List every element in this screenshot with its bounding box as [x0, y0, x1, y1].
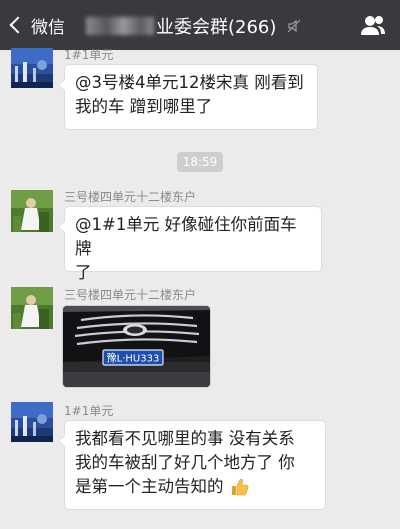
sender-name: 三号楼四单元十二楼东户: [64, 190, 197, 204]
message-line: 我的车被刮了好几个地方了 你: [75, 453, 295, 472]
message-image[interactable]: 豫L·HU333: [62, 305, 211, 388]
message-line: 了: [75, 263, 92, 282]
message-line: 我的车 蹭到哪里了: [75, 97, 213, 116]
chat-title-text: 业委会群(266): [156, 17, 277, 38]
blurred-title-prefix: [86, 17, 154, 35]
sender-name: 1#1单元: [64, 48, 114, 62]
avatar[interactable]: [11, 48, 53, 88]
message-bubble[interactable]: @1#1单元 好像碰住你前面车牌 了: [58, 206, 322, 282]
group-members-icon[interactable]: [360, 14, 386, 36]
back-label: 微信: [31, 17, 65, 38]
avatar[interactable]: [11, 190, 53, 232]
avatar[interactable]: [11, 287, 53, 329]
timestamp: 18:59: [177, 152, 223, 172]
chat-title: 业委会群(266): [86, 13, 302, 39]
message-line-row: 是第一个主动告知的: [75, 475, 315, 499]
chat-header: 微信 业委会群(266): [0, 0, 400, 50]
message-line: 是第一个主动告知的: [75, 477, 224, 496]
message-line: @3号楼4单元12楼宋真 刚看到: [75, 73, 304, 92]
avatar[interactable]: [11, 402, 53, 442]
message-line: 我都看不见哪里的事 没有关系: [75, 429, 295, 448]
thumbs-up-icon: [231, 478, 248, 496]
message-line: @1#1单元 好像碰住你前面车牌: [75, 215, 297, 258]
sender-name: 1#1单元: [64, 404, 114, 418]
message-bubble[interactable]: @3号楼4单元12楼宋真 刚看到 我的车 蹭到哪里了: [58, 64, 318, 130]
back-button[interactable]: 微信: [6, 12, 65, 38]
sender-name: 三号楼四单元十二楼东户: [64, 288, 197, 302]
message-bubble[interactable]: 我都看不见哪里的事 没有关系 我的车被刮了好几个地方了 你 是第一个主动告知的: [58, 420, 326, 510]
mute-icon: [287, 19, 301, 33]
license-plate-text: 豫L·HU333: [107, 352, 160, 365]
back-chevron-icon: [9, 16, 27, 34]
